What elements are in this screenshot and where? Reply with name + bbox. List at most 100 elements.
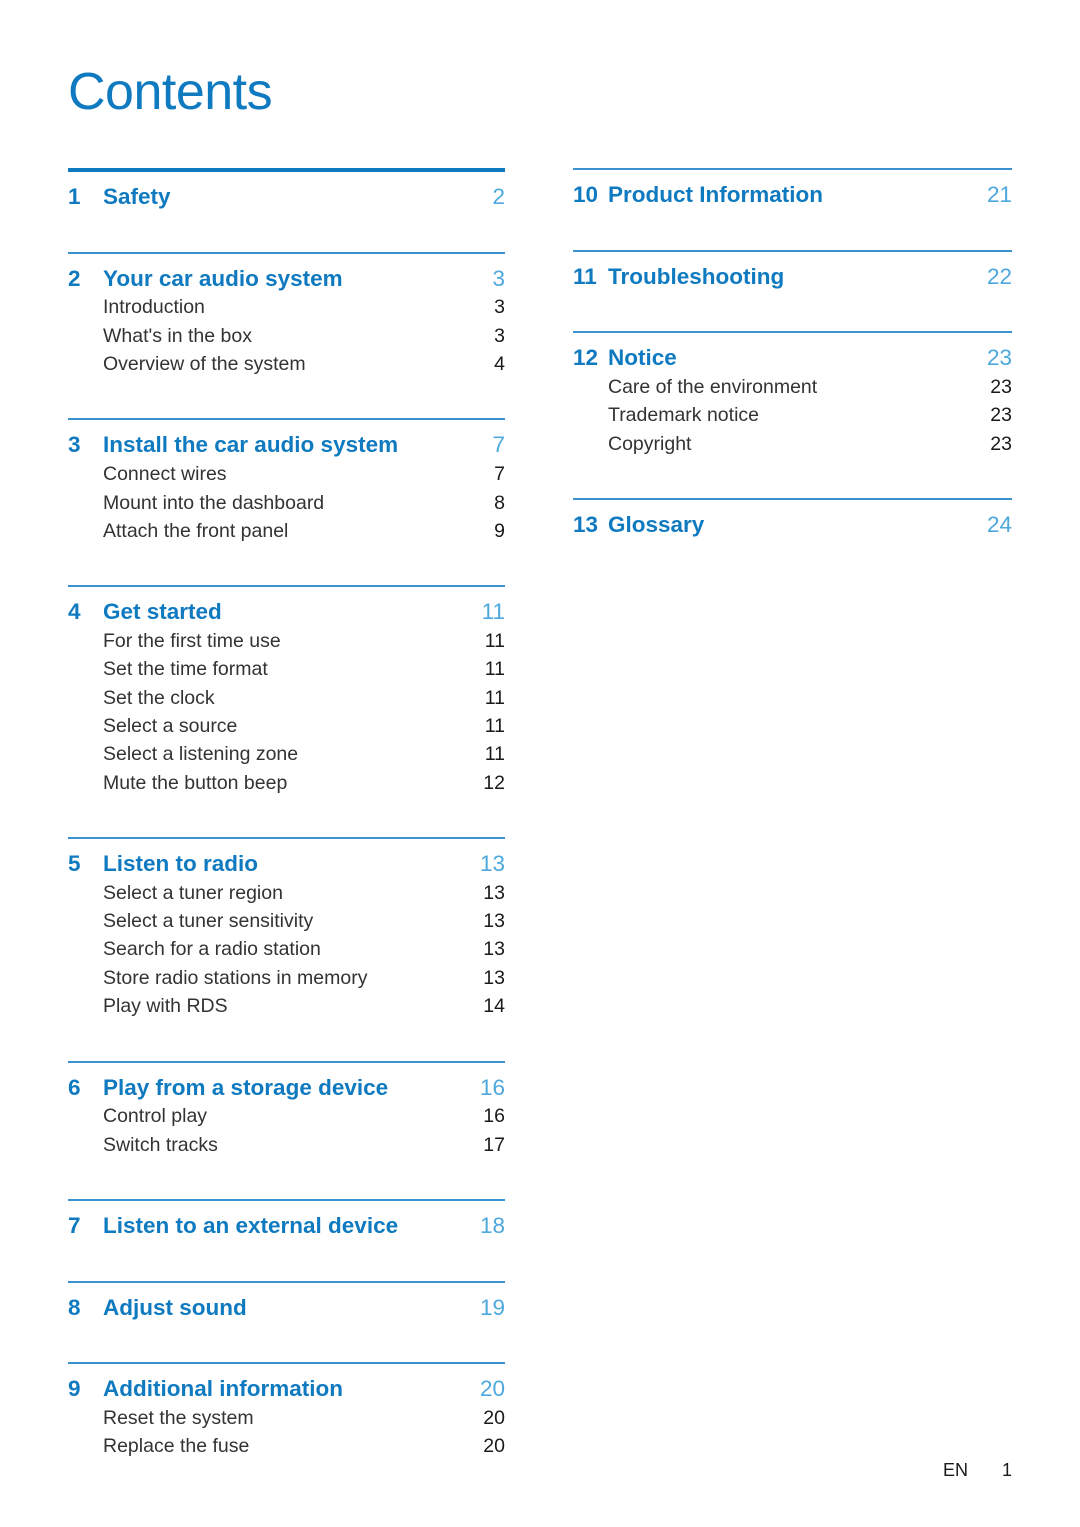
section-number: 10: [573, 182, 599, 207]
section-title: Install the car audio system: [103, 432, 399, 458]
toc-subitem[interactable]: Overview of the system 4: [68, 350, 505, 378]
section-title: Additional information: [103, 1376, 343, 1402]
page-title: Contents: [68, 63, 273, 121]
toc-subitem[interactable]: What's in the box 3: [68, 322, 505, 350]
section-title: Play from a storage device: [103, 1074, 389, 1100]
toc-subitem[interactable]: Attach the front panel 9: [68, 517, 505, 545]
toc-section-heading[interactable]: 9 Additional information 20: [68, 1364, 505, 1404]
subitem-title: What's in the box: [103, 324, 252, 347]
section-number: 5: [68, 851, 81, 877]
toc-subitem[interactable]: Select a source 11: [68, 712, 505, 740]
section-page-number: 2: [492, 184, 505, 209]
toc-section-heading[interactable]: 8 Adjust sound 19: [68, 1283, 505, 1323]
section-page-number: 22: [986, 263, 1012, 289]
subitem-title: Set the time format: [103, 658, 268, 681]
toc-subitem[interactable]: For the first time use 11: [68, 627, 505, 655]
subitem-page-number: 11: [484, 629, 505, 652]
subitem-page-number: 20: [483, 1435, 505, 1458]
subitem-title: Copyright: [608, 432, 692, 455]
toc-subitem-list: Connect wires 7 Mount into the dashboard 8 A…: [68, 460, 505, 545]
toc-subitem-list: For the first time use 11 Set the time for…: [68, 627, 505, 797]
subitem-title: Select a listening zone: [103, 743, 299, 766]
section-page-number: 18: [479, 1212, 505, 1238]
subitem-page-number: 20: [483, 1407, 505, 1430]
subitem-page-number: 8: [494, 491, 505, 514]
toc-subitem[interactable]: Play with RDS 14: [68, 992, 505, 1020]
toc-section-heading[interactable]: 7 Listen to an external device 18: [68, 1201, 505, 1241]
footer-language: EN: [942, 1460, 968, 1480]
toc-subitem[interactable]: Mute the button beep 12: [68, 769, 505, 797]
subitem-title: Select a tuner region: [103, 881, 283, 904]
toc-subitem[interactable]: Set the time format 11: [68, 655, 505, 683]
toc-subitem[interactable]: Store radio stations in memory 13: [68, 964, 505, 992]
toc-section-heading[interactable]: 5 Listen to radio 13: [68, 839, 505, 879]
subitem-page-number: 13: [483, 910, 505, 933]
subitem-page-number: 13: [483, 881, 505, 904]
subitem-title: Select a source: [103, 714, 238, 737]
section-page-number: 16: [479, 1074, 505, 1100]
section-page-number: 11: [481, 599, 505, 625]
section-number: 8: [68, 1294, 81, 1320]
subitem-page-number: 11: [484, 743, 505, 766]
toc-section: 7 Listen to an external device 18: [68, 1198, 505, 1241]
toc-subitem[interactable]: Set the clock 11: [68, 684, 505, 712]
toc-subitem[interactable]: Search for a radio station 13: [68, 935, 505, 963]
toc-subitem[interactable]: Mount into the dashboard 8: [68, 489, 505, 517]
subitem-page-number: 23: [990, 404, 1012, 427]
section-title: Listen to radio: [103, 851, 259, 877]
toc-section: 1 Safety 2: [68, 168, 505, 212]
section-title: Notice: [608, 345, 677, 371]
subitem-title: Store radio stations in memory: [103, 966, 368, 989]
toc-section: 4 Get started 11 For the first time use 11 Se…: [68, 585, 505, 797]
section-title: Your car audio system: [103, 265, 343, 291]
toc-subitem[interactable]: Copyright 23: [573, 430, 1012, 458]
section-number: 1: [68, 184, 81, 209]
section-page-number: 13: [479, 851, 505, 877]
toc-section-heading[interactable]: 6 Play from a storage device 16: [68, 1063, 505, 1103]
toc-subitem[interactable]: Switch tracks 17: [68, 1131, 505, 1159]
toc-subitem[interactable]: Select a tuner sensitivity 13: [68, 907, 505, 935]
toc-subitem[interactable]: Select a tuner region 13: [68, 879, 505, 907]
toc-subitem[interactable]: Select a listening zone 11: [68, 740, 505, 768]
subitem-title: Search for a radio station: [103, 938, 321, 961]
subitem-page-number: 4: [494, 353, 505, 376]
toc-section-heading[interactable]: 3 Install the car audio system 7: [68, 420, 505, 460]
toc-section-heading[interactable]: 11 Troubleshooting 22: [573, 252, 1012, 292]
section-number: 9: [68, 1376, 81, 1402]
toc-subitem-list: Care of the environment 23 Trademark notic…: [573, 373, 1012, 458]
toc-subitem[interactable]: Trademark notice 23: [573, 401, 1012, 429]
toc-subitem[interactable]: Control play 16: [68, 1102, 505, 1130]
subitem-page-number: 13: [483, 966, 505, 989]
toc-subitem[interactable]: Connect wires 7: [68, 460, 505, 488]
subitem-page-number: 17: [483, 1133, 505, 1156]
toc-section-heading[interactable]: 13 Glossary 24: [573, 500, 1012, 540]
toc-section-heading[interactable]: 12 Notice 23: [573, 333, 1012, 373]
toc-section-heading[interactable]: 4 Get started 11: [68, 587, 505, 627]
section-title: Get started: [103, 599, 222, 625]
toc-subitem[interactable]: Reset the system 20: [68, 1404, 505, 1432]
toc-section-heading[interactable]: 2 Your car audio system 3: [68, 254, 505, 294]
toc-subitem[interactable]: Care of the environment 23: [573, 373, 1012, 401]
section-title: Safety: [103, 184, 171, 209]
subitem-title: For the first time use: [103, 629, 281, 652]
toc-subitem[interactable]: Introduction 3: [68, 293, 505, 321]
subitem-title: Mute the button beep: [103, 771, 288, 794]
subitem-title: Select a tuner sensitivity: [103, 910, 314, 933]
toc-subitem[interactable]: Replace the fuse 20: [68, 1432, 505, 1460]
toc-section-heading[interactable]: 1 Safety 2: [68, 172, 505, 212]
toc-section-heading[interactable]: 10 Product Information 21: [573, 170, 1012, 210]
section-number: 11: [573, 263, 597, 289]
toc-subitem-list: Select a tuner region 13 Select a tuner se…: [68, 879, 505, 1021]
subitem-page-number: 16: [483, 1105, 505, 1128]
subitem-title: Attach the front panel: [103, 519, 289, 542]
section-title: Product Information: [608, 182, 823, 207]
toc-section: 6 Play from a storage device 16 Control pla…: [68, 1060, 505, 1159]
subitem-page-number: 23: [990, 376, 1012, 399]
